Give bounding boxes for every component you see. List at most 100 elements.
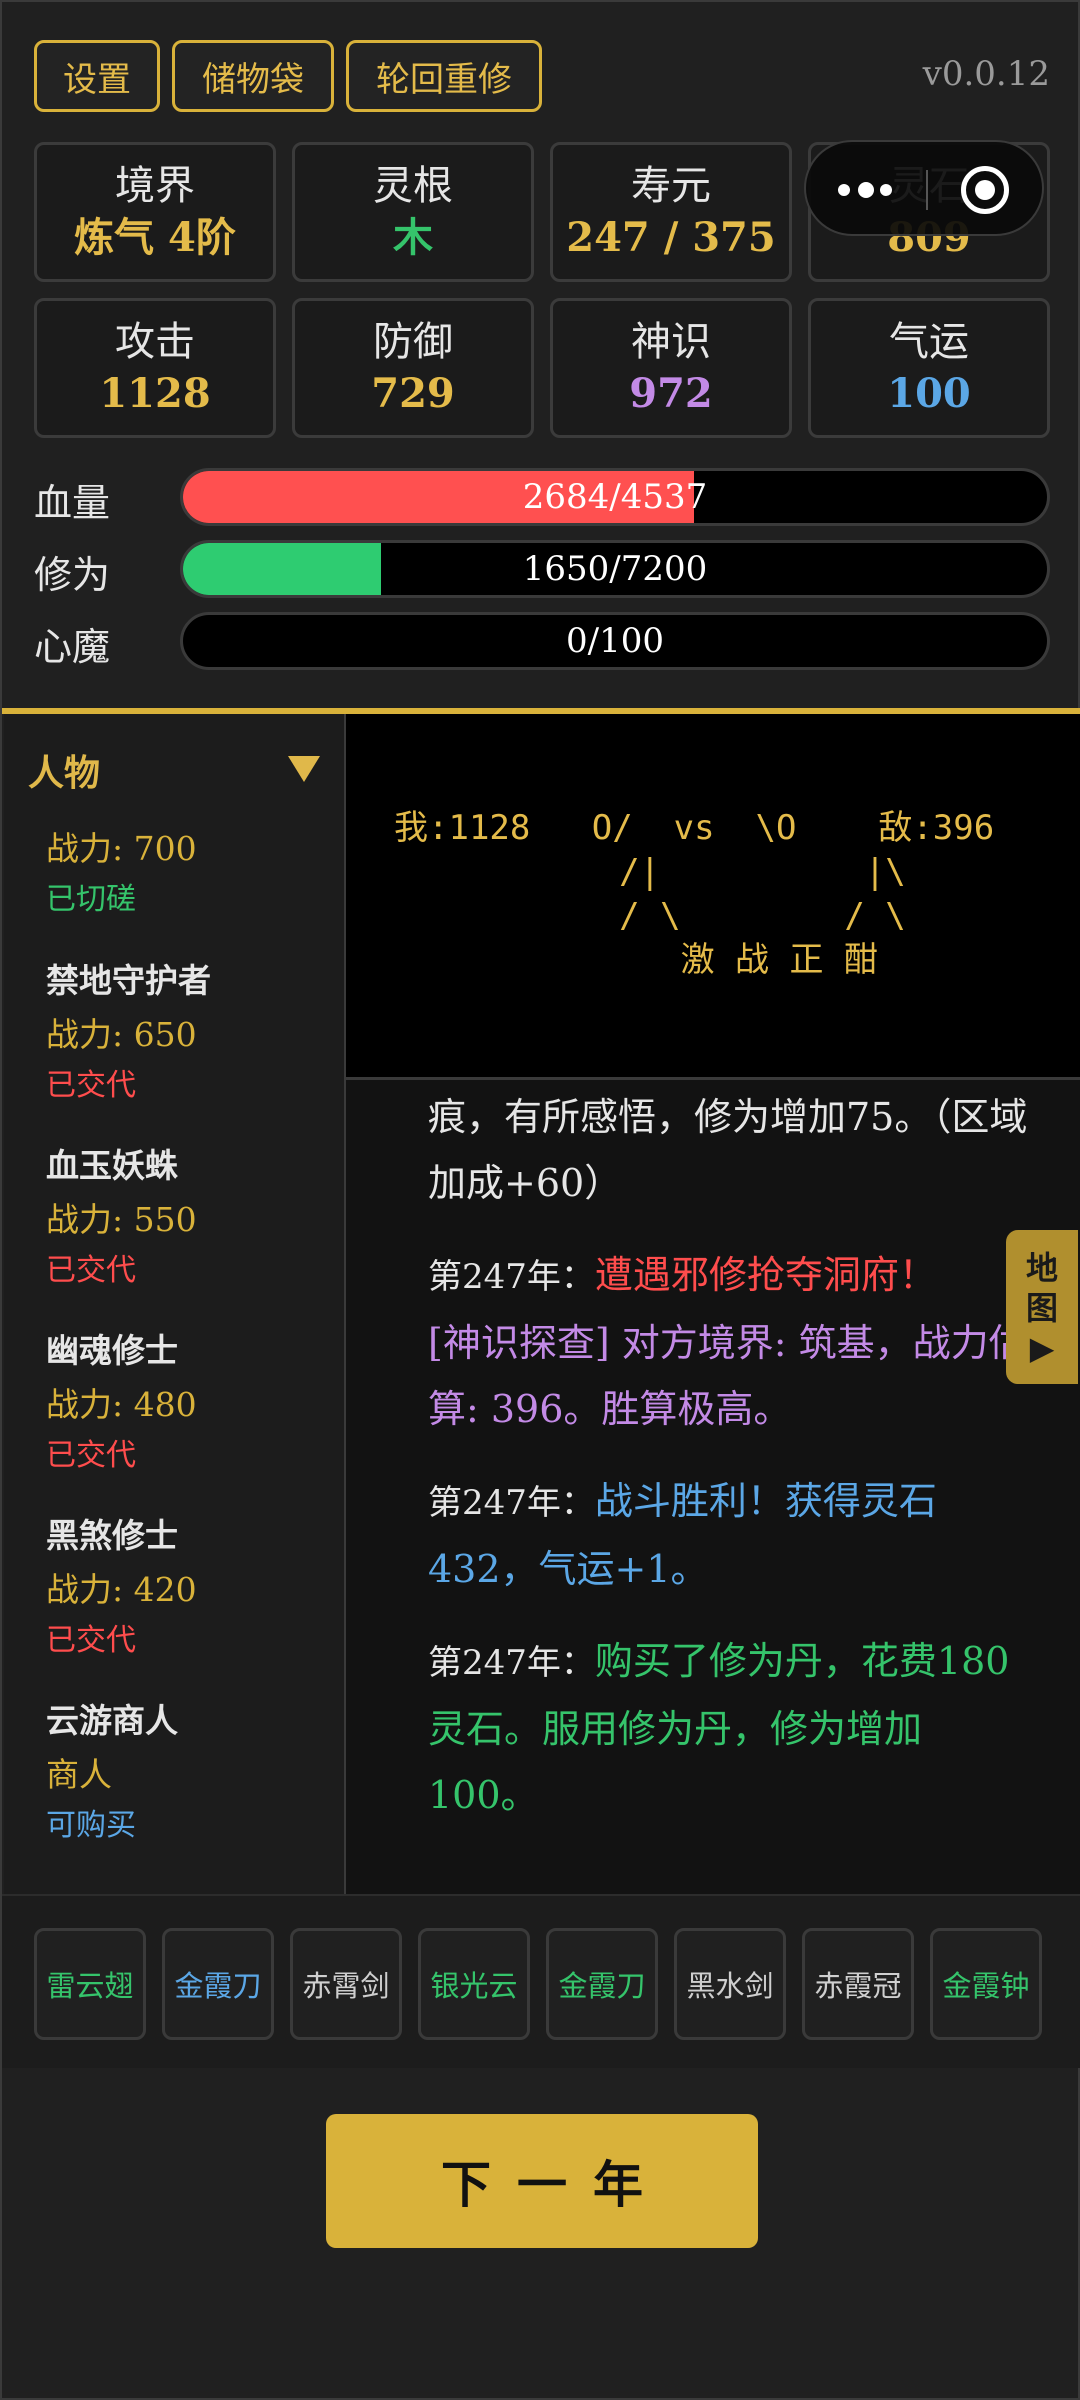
npc-name: 云游商人 [46, 1701, 178, 1740]
capsule-divider [926, 170, 928, 210]
stat-value: 972 [629, 370, 713, 417]
map-tab-char: 图 [1025, 1289, 1058, 1327]
npc-power: 战力: 650 [46, 1015, 197, 1054]
stat-label: 神识 [631, 319, 711, 365]
stat-luck: 气运 100 [808, 298, 1050, 438]
hp-row: 血量 2684/4537 [34, 468, 1050, 526]
collapse-triangle-icon[interactable] [288, 756, 320, 782]
stat-label: 气运 [889, 319, 969, 365]
hp-bar-text: 2684/4537 [522, 477, 708, 517]
play-arrow-icon: ▶ [1029, 1329, 1055, 1367]
log-extra: [神识探查] 对方境界: 筑基，战力估算: 396。胜算极高。 [428, 1321, 1027, 1431]
battle-ascii: 我:1128 O/ vs \O 敌:396 /| |\ / \ / \ 激 战 … [394, 806, 994, 982]
cultivation-row: 修为 1650/7200 [34, 540, 1050, 598]
demon-bar-text: 0/100 [566, 621, 664, 661]
stat-value: 炼气 4阶 [74, 214, 236, 261]
npc-name: 血玉妖蛛 [46, 1146, 178, 1185]
equipment-slot[interactable]: 赤霄剑 [290, 1928, 402, 2040]
cultivation-label: 修为 [34, 553, 111, 597]
map-tab-button[interactable]: 地 图 ▶ [1006, 1230, 1078, 1384]
log-entry: 第247年：遭遇邪修抢夺洞府！ [神识探查] 对方境界: 筑基，战力估算: 39… [428, 1242, 1028, 1442]
stat-value: 木 [393, 214, 433, 261]
equipment-slot[interactable]: 金霞钟 [930, 1928, 1042, 2040]
npc-item[interactable]: 幽魂修士 战力: 480 已交代 [46, 1324, 326, 1480]
npc-item[interactable]: 血玉妖蛛 战力: 550 已交代 [46, 1139, 326, 1295]
equipment-slot[interactable]: 雷云翅 [34, 1928, 146, 2040]
npc-status: 已切磋 [46, 882, 136, 917]
hp-label: 血量 [34, 481, 111, 525]
next-year-button[interactable]: 下一年 [326, 2114, 758, 2248]
stat-label: 灵根 [373, 163, 453, 209]
close-target-icon[interactable] [961, 166, 1009, 214]
battle-line-1: 我:1128 O/ vs \O 敌:396 [394, 808, 995, 848]
npc-panel-header[interactable]: 人物 [28, 744, 100, 796]
hp-bar: 2684/4537 [180, 468, 1050, 526]
stat-label: 攻击 [115, 319, 195, 365]
npc-power: 战力: 550 [46, 1200, 197, 1239]
stat-value: 729 [371, 370, 455, 417]
npc-status: 已交代 [46, 1068, 136, 1103]
more-menu-icon[interactable] [838, 178, 894, 202]
npc-name: 幽魂修士 [46, 1331, 178, 1370]
npc-status: 已交代 [46, 1253, 136, 1288]
npc-item[interactable]: 禁地守护者 战力: 650 已交代 [46, 954, 326, 1110]
stat-attack: 攻击 1128 [34, 298, 276, 438]
cultivation-bar: 1650/7200 [180, 540, 1050, 598]
npc-panel: 人物 战力: 700 已切磋 禁地守护者 战力: 650 已交代 血玉妖蛛 战力… [4, 714, 346, 1894]
stat-label: 境界 [115, 163, 195, 209]
demon-label: 心魔 [34, 625, 111, 669]
settings-button[interactable]: 设置 [34, 40, 160, 112]
npc-name: 黑煞修士 [46, 1516, 178, 1555]
equipment-slot[interactable]: 赤霞冠 [802, 1928, 914, 2040]
stat-divine-sense: 神识 972 [550, 298, 792, 438]
npc-status: 可购买 [46, 1808, 136, 1843]
storage-bag-button[interactable]: 储物袋 [172, 40, 334, 112]
npc-status: 已交代 [46, 1623, 136, 1658]
stat-lifespan: 寿元 247 / 375 [550, 142, 792, 282]
npc-item[interactable]: 战力: 700 已切磋 [46, 802, 326, 924]
log-entry: 第247年：购买了修为丹，花费180灵石。服用修为丹，修为增加100。 [428, 1628, 1028, 1828]
battle-line-3: / \ / \ [394, 896, 906, 936]
equipment-bar: 雷云翅 金霞刀 赤霄剑 银光云 金霞刀 黑水剑 赤霞冠 金霞钟 [2, 1894, 1080, 2068]
demon-row: 心魔 0/100 [34, 612, 1050, 670]
event-log: 痕，有所感悟，修为增加75。（区域加成+60） 第247年：遭遇邪修抢夺洞府！ … [428, 1084, 1028, 1854]
npc-power: 战力: 700 [46, 829, 197, 868]
npc-power: 战力: 420 [46, 1570, 197, 1609]
demon-bar: 0/100 [180, 612, 1050, 670]
equipment-slot[interactable]: 黑水剑 [674, 1928, 786, 2040]
log-text: 遭遇邪修抢夺洞府！ [594, 1253, 937, 1297]
equipment-slot[interactable]: 金霞刀 [546, 1928, 658, 2040]
reincarnate-button[interactable]: 轮回重修 [346, 40, 542, 112]
battle-line-2: /| |\ [394, 852, 906, 892]
npc-name [46, 802, 326, 822]
stat-value: 1128 [99, 370, 211, 417]
stat-value: 247 / 375 [566, 214, 776, 261]
stat-realm: 境界 炼气 4阶 [34, 142, 276, 282]
map-tab-char: 地 [1025, 1249, 1058, 1287]
battle-line-4: 激 战 正 酣 [394, 940, 878, 980]
battle-display: 我:1128 O/ vs \O 敌:396 /| |\ / \ / \ 激 战 … [346, 714, 1080, 1080]
stat-root: 灵根 木 [292, 142, 534, 282]
miniprogram-capsule [804, 140, 1044, 236]
npc-item[interactable]: 云游商人 商人 可购买 [46, 1694, 326, 1850]
equipment-slot[interactable]: 金霞刀 [162, 1928, 274, 2040]
npc-name: 禁地守护者 [46, 961, 211, 1000]
log-entry: 痕，有所感悟，修为增加75。（区域加成+60） [428, 1084, 1028, 1216]
stat-defense: 防御 729 [292, 298, 534, 438]
version-label: v0.0.12 [922, 54, 1050, 94]
npc-status: 已交代 [46, 1438, 136, 1473]
event-panel: 第247年：有境身前单留下的道 痕，有所感悟，修为增加75。（区域加成+60） … [346, 714, 1080, 1894]
game-screen: 设置 储物袋 轮回重修 v0.0.12 境界 炼气 4阶 灵根 木 寿元 247… [0, 0, 1080, 2400]
cultivation-bar-text: 1650/7200 [522, 549, 708, 589]
stat-label: 防御 [373, 319, 453, 365]
stat-value: 100 [887, 370, 971, 417]
npc-item[interactable]: 黑煞修士 战力: 420 已交代 [46, 1509, 326, 1665]
npc-power: 商人 [46, 1755, 112, 1794]
log-year: 第247年： [428, 1483, 595, 1523]
log-entry: 第247年：战斗胜利！获得灵石432，气运+1。 [428, 1468, 1028, 1602]
log-text: 痕，有所感悟，修为增加75。（区域加成+60） [428, 1095, 1028, 1205]
log-year: 第247年： [428, 1257, 595, 1297]
equipment-slot[interactable]: 银光云 [418, 1928, 530, 2040]
log-year: 第247年： [428, 1643, 595, 1683]
stat-label: 寿元 [631, 163, 711, 209]
